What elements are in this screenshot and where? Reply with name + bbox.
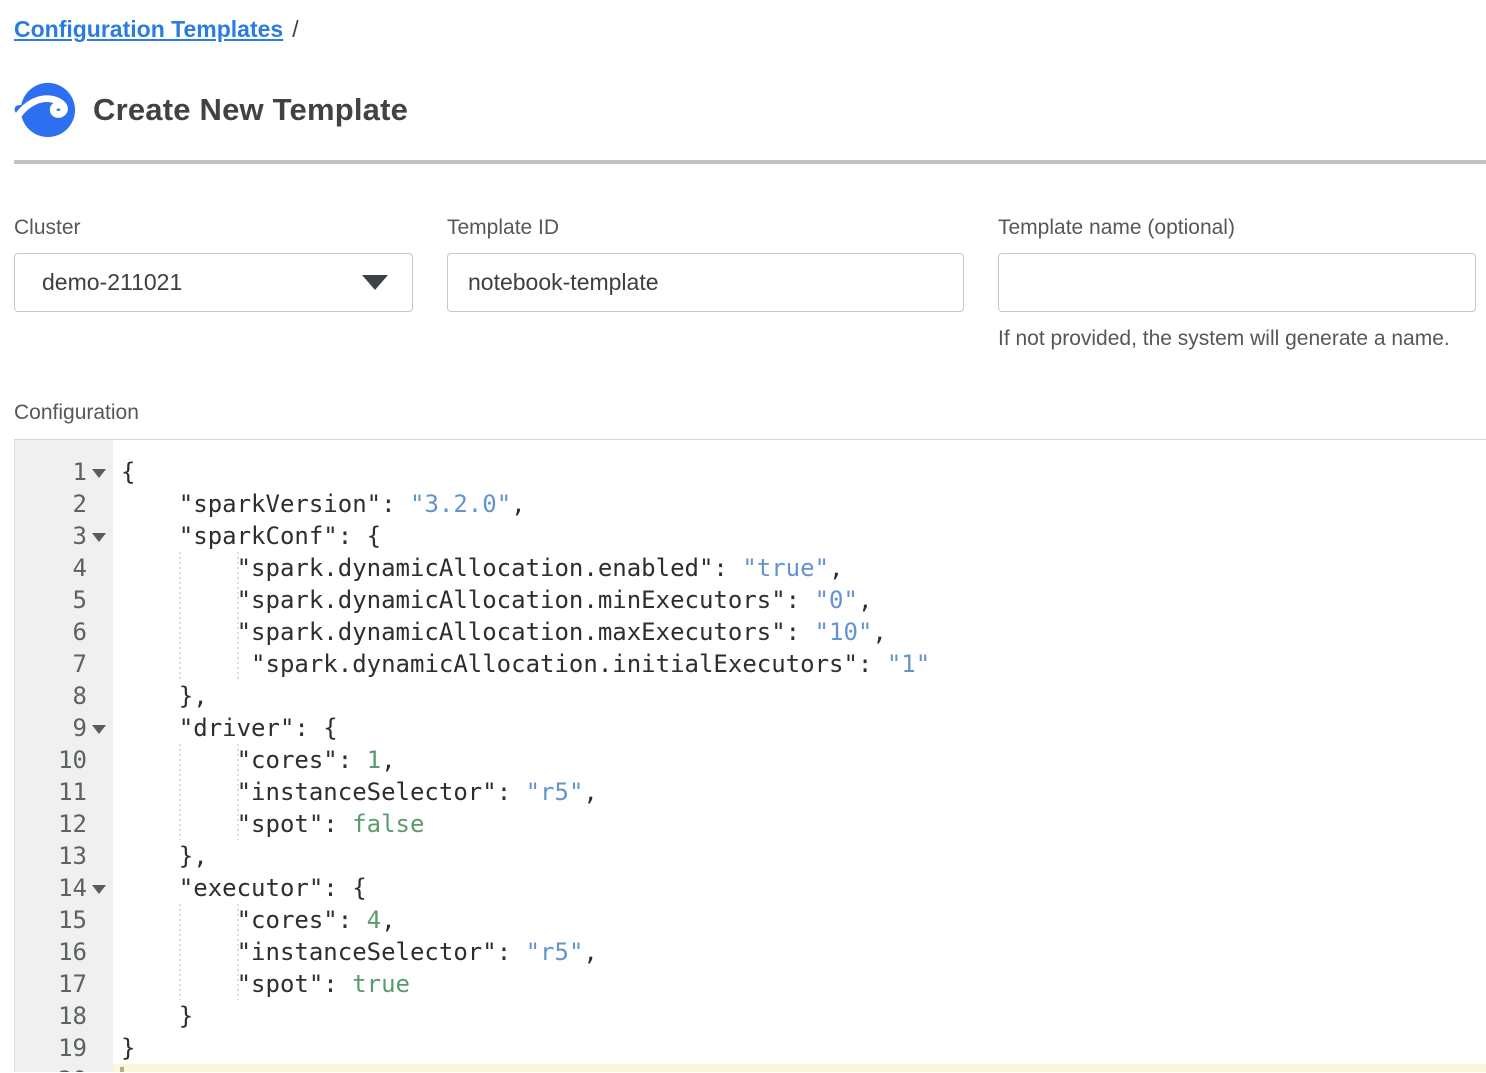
- fold-toggle-icon[interactable]: [92, 725, 106, 734]
- cluster-select[interactable]: demo-211021: [14, 253, 413, 312]
- header-divider: [14, 160, 1486, 164]
- chevron-down-icon: [362, 275, 388, 290]
- code-line[interactable]: "spark.dynamicAllocation.maxExecutors": …: [113, 616, 1486, 648]
- line-number: 20: [15, 1064, 113, 1072]
- page-header: Create New Template: [14, 81, 1486, 139]
- code-line[interactable]: "spot": true: [113, 968, 1486, 1000]
- code-line[interactable]: }: [113, 1000, 1486, 1032]
- template-id-input[interactable]: [447, 253, 964, 312]
- template-name-helper-text: If not provided, the system will generat…: [998, 326, 1476, 352]
- code-line[interactable]: "executor": {: [113, 872, 1486, 904]
- line-number: 13: [15, 840, 113, 872]
- line-number: 14: [15, 872, 113, 904]
- line-number: 15: [15, 904, 113, 936]
- cluster-selected-value: demo-211021: [42, 269, 182, 296]
- configuration-code-editor[interactable]: 1234567891011121314151617181920 { "spark…: [14, 439, 1486, 1072]
- code-line[interactable]: "sparkConf": {: [113, 520, 1486, 552]
- cluster-label: Cluster: [14, 215, 413, 241]
- line-number: 19: [15, 1032, 113, 1064]
- line-number: 16: [15, 936, 113, 968]
- cluster-field: Cluster demo-211021: [14, 215, 413, 352]
- template-name-label: Template name (optional): [998, 215, 1476, 241]
- code-line[interactable]: "spark.dynamicAllocation.initialExecutor…: [113, 648, 1486, 680]
- line-number: 1: [15, 456, 113, 488]
- template-id-field: Template ID: [447, 215, 964, 352]
- line-number: 18: [15, 1000, 113, 1032]
- fold-toggle-icon[interactable]: [92, 533, 106, 542]
- ocean-wave-logo-icon: [14, 81, 76, 139]
- code-line[interactable]: "spark.dynamicAllocation.enabled": "true…: [113, 552, 1486, 584]
- line-number: 11: [15, 776, 113, 808]
- fold-toggle-icon[interactable]: [92, 469, 106, 478]
- code-line[interactable]: "instanceSelector": "r5",: [113, 936, 1486, 968]
- line-number: 4: [15, 552, 113, 584]
- template-id-label: Template ID: [447, 215, 964, 241]
- line-number: 10: [15, 744, 113, 776]
- line-number: 12: [15, 808, 113, 840]
- line-number: 5: [15, 584, 113, 616]
- template-name-field: Template name (optional) If not provided…: [998, 215, 1476, 352]
- breadcrumb-link-configuration-templates[interactable]: Configuration Templates: [14, 16, 283, 42]
- code-line[interactable]: "spark.dynamicAllocation.minExecutors": …: [113, 584, 1486, 616]
- code-line[interactable]: "cores": 1,: [113, 744, 1486, 776]
- breadcrumb: Configuration Templates /: [14, 14, 1486, 44]
- line-number: 2: [15, 488, 113, 520]
- code-line[interactable]: }: [113, 1032, 1486, 1064]
- fold-toggle-icon[interactable]: [92, 885, 106, 894]
- code-line[interactable]: "instanceSelector": "r5",: [113, 776, 1486, 808]
- line-number: 7: [15, 648, 113, 680]
- code-line[interactable]: "spot": false: [113, 808, 1486, 840]
- template-name-input[interactable]: [998, 253, 1476, 312]
- code-line[interactable]: },: [113, 840, 1486, 872]
- code-line-active[interactable]: [113, 1064, 1486, 1072]
- code-line[interactable]: "cores": 4,: [113, 904, 1486, 936]
- page-title: Create New Template: [93, 92, 408, 128]
- template-form: Cluster demo-211021 Template ID Template…: [14, 215, 1486, 352]
- line-number: 3: [15, 520, 113, 552]
- editor-gutter: 1234567891011121314151617181920: [15, 440, 113, 1072]
- breadcrumb-separator: /: [292, 16, 298, 42]
- code-line[interactable]: "driver": {: [113, 712, 1486, 744]
- create-template-page: Configuration Templates / Create New Temp…: [0, 0, 1486, 1073]
- line-number: 9: [15, 712, 113, 744]
- code-line[interactable]: "sparkVersion": "3.2.0",: [113, 488, 1486, 520]
- line-number: 8: [15, 680, 113, 712]
- line-number: 17: [15, 968, 113, 1000]
- editor-code[interactable]: { "sparkVersion": "3.2.0", "sparkConf": …: [113, 440, 1486, 1072]
- code-line[interactable]: },: [113, 680, 1486, 712]
- configuration-label: Configuration: [14, 400, 1486, 426]
- code-line[interactable]: {: [113, 456, 1486, 488]
- text-cursor: [120, 1067, 124, 1072]
- line-number: 6: [15, 616, 113, 648]
